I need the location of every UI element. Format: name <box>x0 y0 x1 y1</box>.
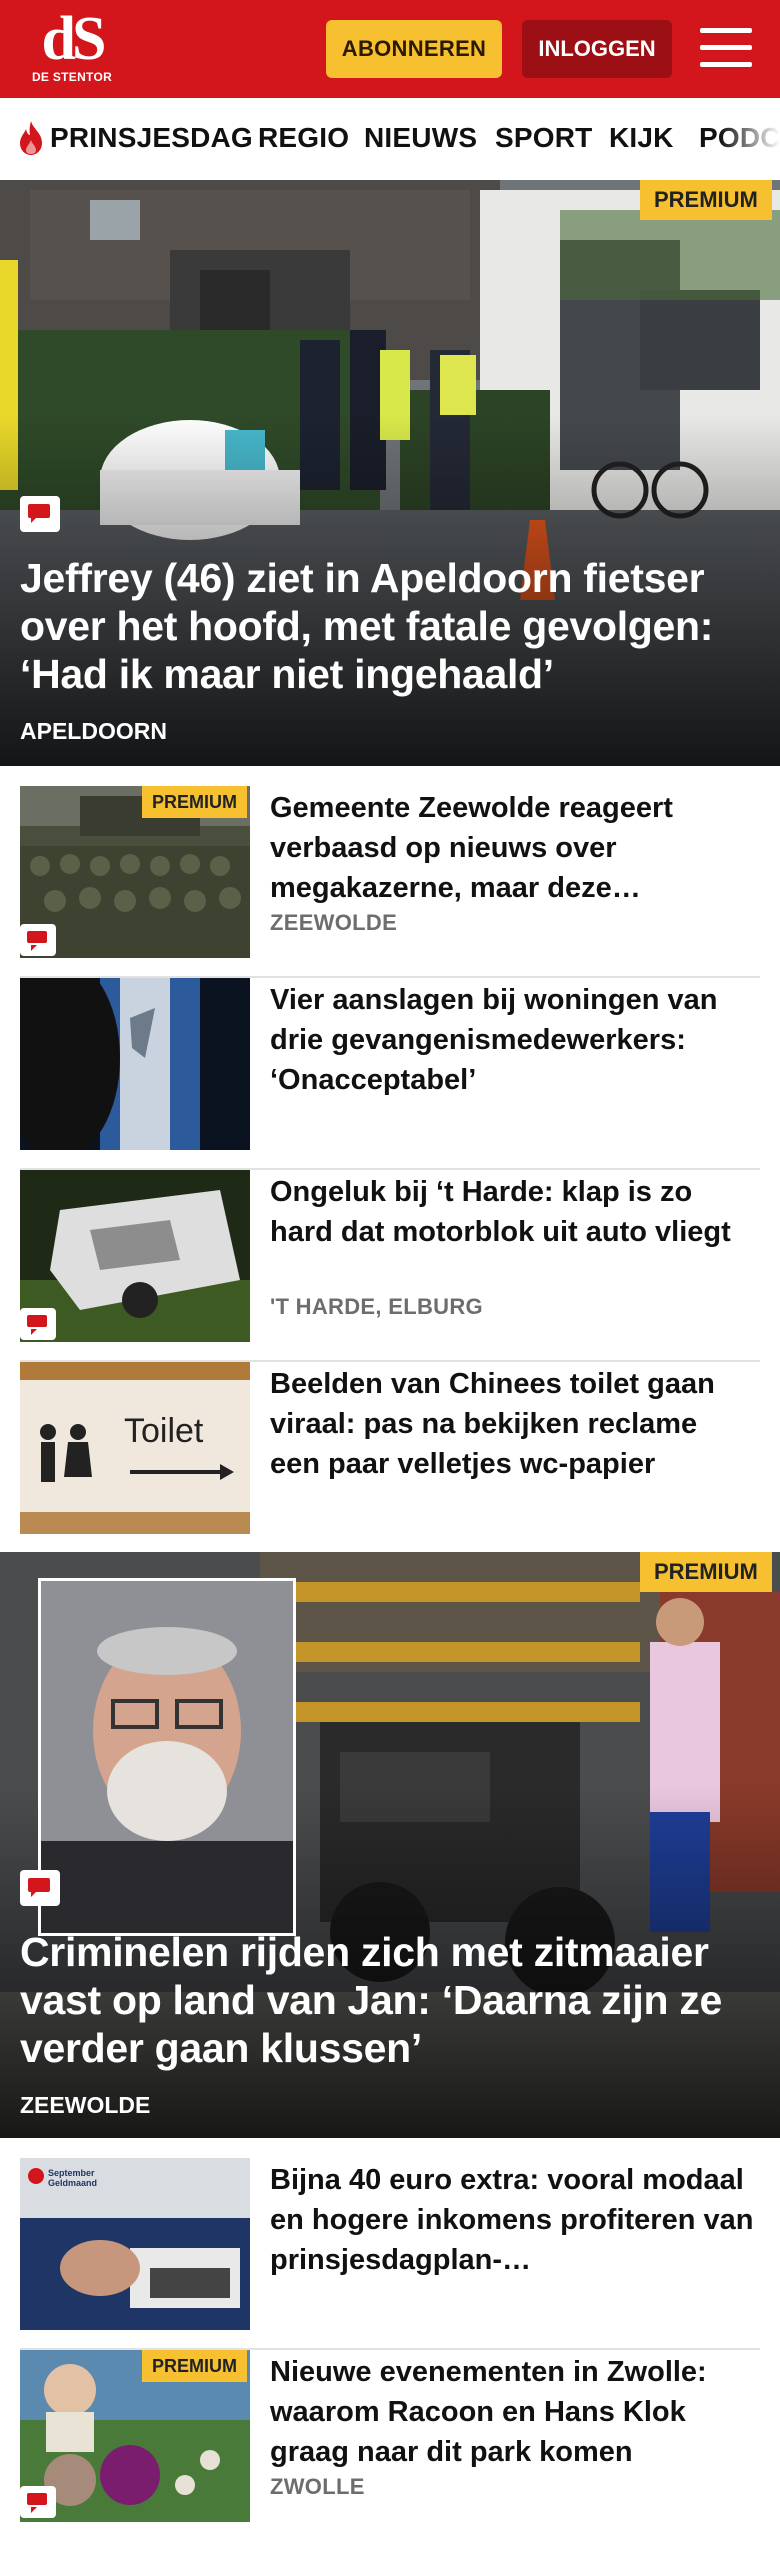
hero-2-title[interactable]: Criminelen rijden zich met zitmaaier vas… <box>20 1928 750 2072</box>
comment-icon <box>20 1308 56 1340</box>
list-item[interactable]: Ongeluk bij ‘t Harde: klap is zo hard da… <box>20 1170 760 1362</box>
hero-2-location: ZEEWOLDE <box>20 2092 151 2118</box>
login-button[interactable]: INLOGGEN <box>522 20 672 78</box>
hamburger-menu-icon[interactable] <box>700 26 752 70</box>
list-item-title[interactable]: Gemeente Zeewolde reageert verbaasd op n… <box>270 788 755 908</box>
list-item-title[interactable]: Beelden van Chinees toilet gaan viraal: … <box>270 1364 755 1484</box>
flame-icon <box>20 121 42 155</box>
site-header: dS DE STENTOR ABONNEREN INLOGGEN <box>0 0 780 98</box>
premium-badge: PREMIUM <box>640 1552 772 1592</box>
comment-icon <box>20 2486 56 2518</box>
list-item[interactable]: Toilet Beelden van Chinees toilet gaan v… <box>20 1362 760 1554</box>
comment-icon <box>20 924 56 956</box>
hero-article-2[interactable]: PREMIUM Criminelen rijden zich met zitma… <box>0 1552 780 2138</box>
premium-badge: PREMIUM <box>142 2350 247 2382</box>
list-item-title[interactable]: Nieuwe evenementen in Zwolle: waarom Rac… <box>270 2352 755 2472</box>
inset-portrait <box>38 1578 296 1936</box>
hero-1-location: APELDOORN <box>20 718 167 744</box>
subscribe-button[interactable]: ABONNEREN <box>326 20 502 78</box>
site-logo[interactable]: dS DE STENTOR <box>24 5 120 90</box>
list-item-location: ZWOLLE <box>270 2474 365 2499</box>
toilet-sign-text: Toilet <box>124 1412 204 1450</box>
comment-icon <box>20 1870 60 1906</box>
list-item-title[interactable]: Ongeluk bij ‘t Harde: klap is zo hard da… <box>270 1172 755 1252</box>
list-item[interactable]: PREMIUM Gemeente Zeewolde reageert verba… <box>20 786 760 978</box>
nav-item-regio[interactable]: REGIO <box>258 122 349 154</box>
list-item-title[interactable]: Bijna 40 euro extra: vooral modaal en ho… <box>270 2160 755 2280</box>
comment-icon <box>20 496 60 532</box>
nav-item-kijk[interactable]: KIJK <box>609 122 674 154</box>
list-item-thumbnail <box>20 978 250 1150</box>
geldmaand-label: September Geldmaand <box>48 2168 98 2188</box>
premium-badge: PREMIUM <box>142 786 247 818</box>
list-item-location: ZEEWOLDE <box>270 910 398 935</box>
nav-item-nieuws[interactable]: NIEUWS <box>364 122 477 154</box>
list-item[interactable]: PREMIUM Nieuwe evenementen in Zwolle: wa… <box>20 2350 760 2522</box>
list-item[interactable]: September Geldmaand Bijna 40 euro extra:… <box>20 2158 760 2350</box>
section-nav: PRINSJESDAG REGIO NIEUWS SPORT KIJK PODC… <box>0 98 780 181</box>
nav-item-sport[interactable]: SPORT <box>495 122 592 154</box>
list-item-thumbnail: September Geldmaand <box>20 2158 250 2330</box>
hero-1-title[interactable]: Jeffrey (46) ziet in Apeldoorn fietser o… <box>20 554 750 698</box>
nav-item-prinsjesdag[interactable]: PRINSJESDAG <box>50 122 253 154</box>
logo-subtitle: DE STENTOR <box>31 70 113 84</box>
list-item[interactable]: Vier aanslagen bij woningen van drie gev… <box>20 978 760 1170</box>
hero-article-1[interactable]: PREMIUM Jeffrey (46) ziet in Apeldoorn f… <box>0 180 780 766</box>
list-item-location: 'T HARDE, ELBURG <box>270 1294 483 1319</box>
nav-fade <box>720 98 780 180</box>
list-item-title[interactable]: Vier aanslagen bij woningen van drie gev… <box>270 980 755 1100</box>
logo-mark: dS <box>41 5 107 73</box>
list-item-thumbnail: Toilet <box>20 1362 250 1534</box>
premium-badge: PREMIUM <box>640 180 772 220</box>
